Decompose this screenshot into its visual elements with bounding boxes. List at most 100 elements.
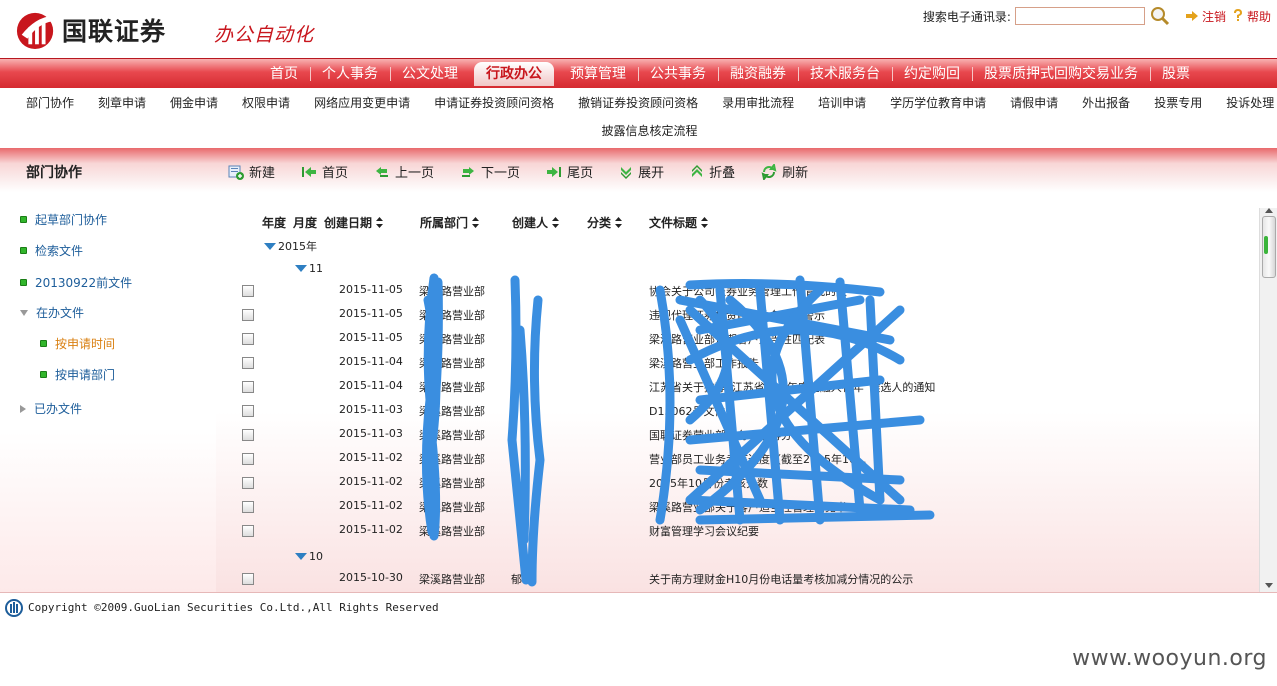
nav-tech-service[interactable]: 技术服务台 [798,62,892,86]
address-book-search-input[interactable] [1014,7,1145,25]
subnav-hiring[interactable]: 录用审批流程 [722,94,794,111]
scrollbar-grip [1264,236,1268,254]
scroll-down-icon[interactable] [1265,583,1273,588]
nav-personal[interactable]: 个人事务 [310,62,390,86]
sidebar-item-draft[interactable]: 起草部门协作 [20,211,107,228]
bullet-icon [40,371,47,378]
logout-link[interactable]: 注销 [1185,8,1226,25]
table-row[interactable]: 2015-10-30 梁溪路营业部 郁 关于南方理财金H10月份电话量考核加减分情况的… [216,566,1259,590]
subnav-seal[interactable]: 刻章申请 [98,94,146,111]
sidebar-item-search[interactable]: 检索文件 [20,242,83,259]
prev-page-button[interactable]: 上一页 [374,162,434,181]
subnav-permission[interactable]: 权限申请 [242,94,290,111]
nav-admin-office[interactable]: 行政办公 [474,62,554,86]
row-checkbox[interactable] [242,405,254,417]
row-title[interactable]: 违规代理证券投资顾问业务案例警示 [649,307,825,323]
column-dept[interactable]: 所属部门 [420,214,480,231]
subnav-voting[interactable]: 投票专用 [1154,94,1202,111]
subnav-dept-collab[interactable]: 部门协作 [26,94,74,111]
sidebar-item-in-progress[interactable]: 在办文件 [20,304,84,321]
collapse-button[interactable]: 折叠 [690,162,735,181]
row-date: 2015-11-02 [339,523,403,536]
column-created[interactable]: 创建日期 [324,214,384,231]
row-checkbox[interactable] [242,501,254,513]
row-title[interactable]: 国联证券营业部业务考核得分 [649,427,792,443]
first-page-button[interactable]: 首页 [301,162,348,181]
nav-public[interactable]: 公共事务 [638,62,718,86]
row-checkbox[interactable] [242,525,254,537]
subnav-complaint[interactable]: 投诉处理 [1226,94,1274,111]
row-checkbox[interactable] [242,309,254,321]
row-title[interactable]: 2015年10月份考核分数 [649,475,768,491]
group-month[interactable]: 11 [295,262,323,275]
row-checkbox[interactable] [242,381,254,393]
table-row[interactable]: 2015-11-05 梁溪路营业部 协会关于公司证券业务管理工作情况的报 [216,278,1259,302]
expand-button[interactable]: 展开 [619,162,664,181]
subnav-advisor-apply[interactable]: 申请证券投资顾问资格 [434,94,554,111]
scroll-up-icon[interactable] [1265,208,1273,213]
vertical-scrollbar[interactable] [1259,208,1277,592]
search-icon[interactable] [1149,6,1171,26]
column-month[interactable]: 月度 [293,214,317,231]
row-title[interactable]: 财富管理学习会议纪要 [649,523,759,539]
sidebar-item-by-dept[interactable]: 按申请部门 [40,366,115,383]
nav-documents[interactable]: 公文处理 [390,62,470,86]
subnav-commission[interactable]: 佣金申请 [170,94,218,111]
row-title[interactable]: 关于南方理财金H10月份电话量考核加减分情况的公示 [649,571,913,587]
column-year[interactable]: 年度 [262,214,286,231]
group-year[interactable]: 2015年 [264,238,317,254]
table-row[interactable]: 2015-11-03 梁溪路营业部 D15062号文件 [216,398,1259,422]
table-row[interactable]: 2015-11-04 梁溪路营业部 江苏省关于推荐“江苏省十大年度金融人物年”候选人… [216,374,1259,398]
subnav-disclosure[interactable]: 披露信息核定流程 [601,124,697,138]
refresh-button[interactable]: 刷新 [761,162,808,181]
row-checkbox[interactable] [242,285,254,297]
table-row[interactable]: 2015-11-05 梁溪路营业部 违规代理证券投资顾问业务案例警示 [216,302,1259,326]
row-title[interactable]: 梁溪路营业部关于客户适当性管理意见书 [649,499,847,515]
nav-budget[interactable]: 预算管理 [558,62,638,86]
row-title[interactable]: 梁溪路营业部工作报告 [649,355,759,371]
last-page-button[interactable]: 尾页 [546,162,593,181]
row-title[interactable]: D15062号文件 [649,403,725,419]
row-title[interactable]: 协会关于公司证券业务管理工作情况的报 [649,283,847,299]
nav-stocks[interactable]: 股票 [1150,62,1202,86]
table-row[interactable]: 2015-11-02 梁溪路营业部 财富管理学习会议纪要 [216,518,1259,542]
column-title[interactable]: 文件标题 [649,214,709,231]
next-page-button[interactable]: 下一页 [460,162,520,181]
table-row[interactable]: 2015-11-03 梁溪路营业部 国联证券营业部业务考核得分 [216,422,1259,446]
subnav-training[interactable]: 培训申请 [818,94,866,111]
nav-repurchase[interactable]: 约定购回 [892,62,972,86]
sort-icon [701,217,709,228]
subnav-advisor-revoke[interactable]: 撤销证券投资顾问资格 [578,94,698,111]
nav-home[interactable]: 首页 [258,62,310,86]
row-title[interactable]: 江苏省关于推荐“江苏省十大年度金融人物年”候选人的通知 [649,379,935,395]
subnav-leave[interactable]: 请假申请 [1010,94,1058,111]
row-checkbox[interactable] [242,453,254,465]
column-creator[interactable]: 创建人 [512,214,560,231]
sidebar-item-by-time[interactable]: 按申请时间 [40,335,115,352]
table-row[interactable]: 2015-11-02 梁溪路营业部 2015年10月份考核分数 [216,470,1259,494]
header-tools: 搜索电子通讯录: 注销 帮助 [923,6,1271,26]
nav-margin[interactable]: 融资融券 [718,62,798,86]
row-title[interactable]: 营业部员工业务考核进度（截至2015年10... [649,451,866,467]
column-category[interactable]: 分类 [587,214,623,231]
table-row[interactable]: 2015-11-05 梁溪路营业部 梁溪路营业部近期客户适当性匹配表 [216,326,1259,350]
row-checkbox[interactable] [242,333,254,345]
sidebar-item-done[interactable]: 已办文件 [20,400,82,417]
row-checkbox[interactable] [242,429,254,441]
row-checkbox[interactable] [242,573,254,585]
subnav-network-change[interactable]: 网络应用变更申请 [314,94,410,111]
sidebar-item-before-2013[interactable]: 20130922前文件 [20,274,132,291]
new-button[interactable]: 新建 [228,162,275,181]
table-row[interactable]: 2015-11-02 梁溪路营业部 梁溪路营业部关于客户适当性管理意见书 [216,494,1259,518]
table-row[interactable]: 2015-11-02 梁溪路营业部 营业部员工业务考核进度（截至2015年10... [216,446,1259,470]
row-checkbox[interactable] [242,477,254,489]
nav-pledge[interactable]: 股票质押式回购交易业务 [972,62,1150,86]
table-row[interactable]: 2015-11-04 梁溪路营业部 梁溪路营业部工作报告 [216,350,1259,374]
row-checkbox[interactable] [242,357,254,369]
subnav-education[interactable]: 学历学位教育申请 [890,94,986,111]
row-title[interactable]: 梁溪路营业部近期客户适当性匹配表 [649,331,825,347]
help-link[interactable]: 帮助 [1232,8,1271,25]
subnav-outing[interactable]: 外出报备 [1082,94,1130,111]
group-month[interactable]: 10 [295,550,323,563]
row-dept: 梁溪路营业部 [419,309,485,322]
